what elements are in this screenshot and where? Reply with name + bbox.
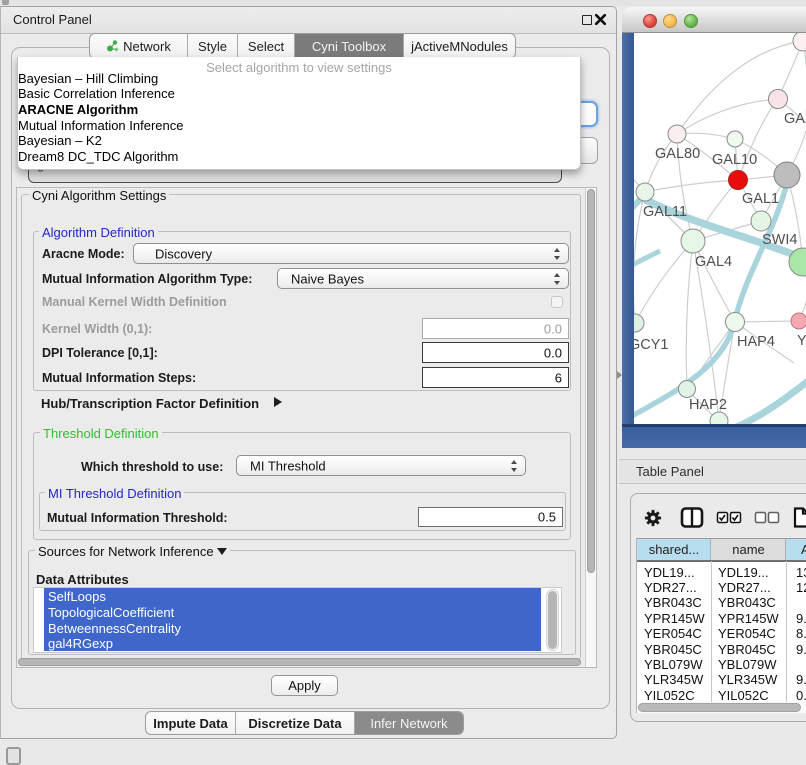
svg-text:HAP4: HAP4: [737, 334, 775, 350]
svg-text:HAP2: HAP2: [689, 397, 727, 413]
svg-text:YM: YM: [797, 333, 806, 349]
svg-text:GAL7: GAL7: [784, 111, 806, 127]
svg-text:GAL1: GAL1: [742, 191, 779, 207]
svg-text:GAL80: GAL80: [655, 146, 700, 162]
svg-text:GAL11: GAL11: [643, 204, 687, 220]
svg-text:GCY1: GCY1: [634, 337, 669, 353]
svg-text:GAL4: GAL4: [695, 254, 732, 270]
svg-text:GAL10: GAL10: [712, 152, 757, 168]
svg-text:SWI4: SWI4: [762, 232, 797, 248]
